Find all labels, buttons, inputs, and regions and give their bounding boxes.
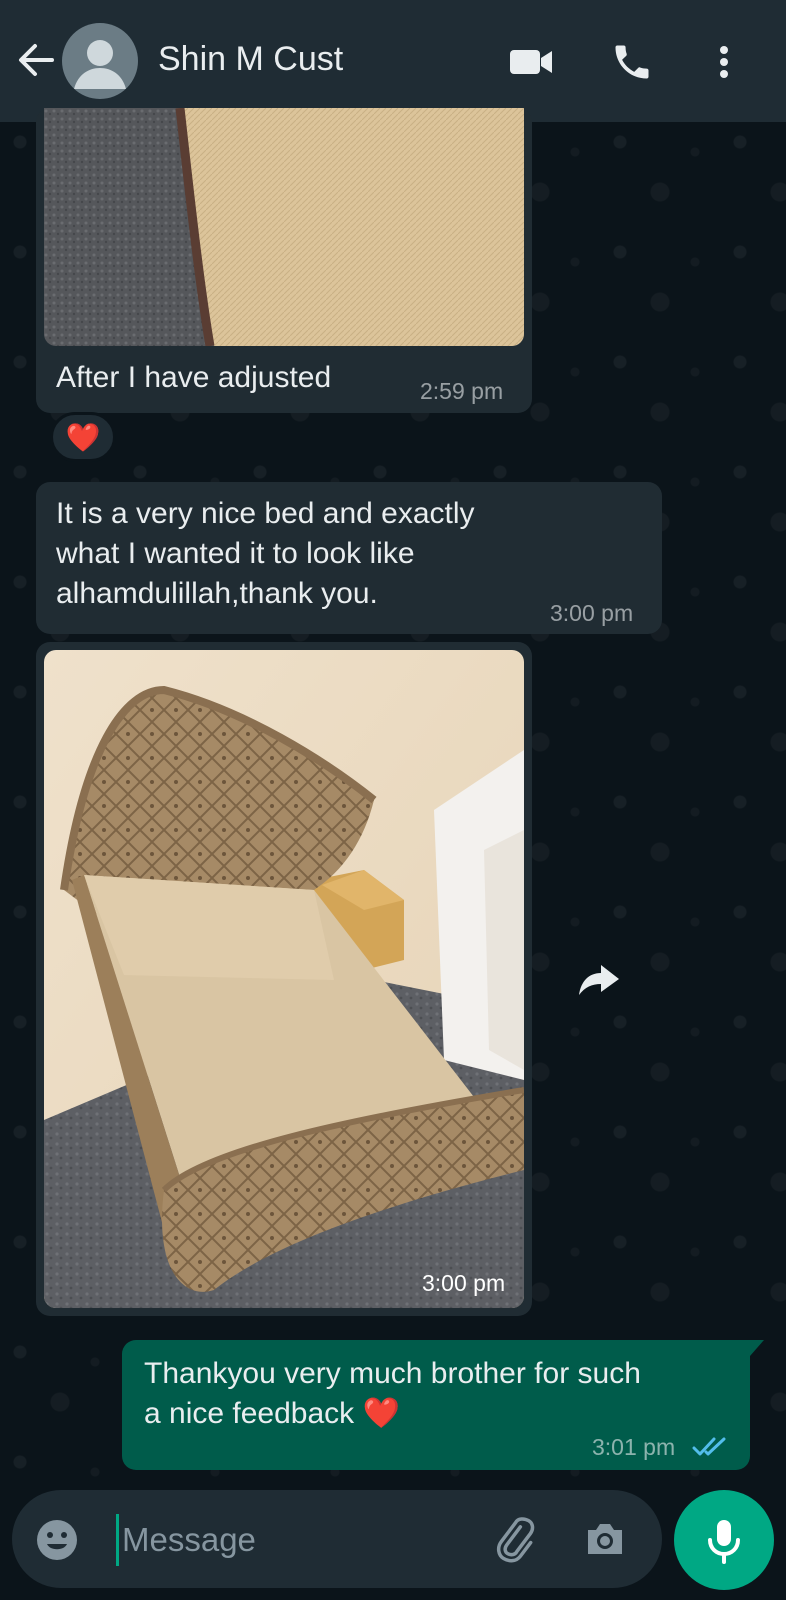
attach-icon[interactable] xyxy=(488,1514,538,1569)
message-composer xyxy=(12,1490,662,1588)
message-line: a nice feedback ❤️ xyxy=(144,1397,400,1430)
message-input[interactable] xyxy=(120,1514,484,1566)
heart-icon: ❤️ xyxy=(65,421,101,453)
reaction-heart[interactable]: ❤️ xyxy=(50,412,116,462)
voice-call-icon[interactable] xyxy=(610,40,654,84)
message-line: It is a very nice bed and exactly xyxy=(56,497,475,530)
more-vert-icon[interactable] xyxy=(702,40,746,84)
message-bubble-incoming[interactable]: 3:00 pm xyxy=(36,642,532,1316)
contact-name[interactable]: Shin M Cust xyxy=(158,40,343,79)
text-cursor xyxy=(116,1514,119,1566)
avatar[interactable] xyxy=(62,23,138,99)
bubble-tail xyxy=(750,1340,764,1356)
photo-bed[interactable] xyxy=(44,650,524,1308)
message-line: what I wanted it to look like xyxy=(56,537,415,570)
message-line: alhamdulillah,thank you. xyxy=(56,577,378,610)
forward-icon[interactable] xyxy=(573,955,625,1007)
message-time: 3:00 pm xyxy=(422,1270,506,1296)
video-call-icon[interactable] xyxy=(508,40,552,84)
message-bubble-incoming[interactable]: After I have adjusted 2:59 pm xyxy=(36,108,532,413)
avatar-icon xyxy=(74,40,126,89)
chat-header: Shin M Cust xyxy=(0,0,786,122)
photo-fabric-closeup[interactable] xyxy=(44,108,524,346)
camera-icon[interactable] xyxy=(582,1516,628,1567)
message-bubble-outgoing[interactable]: Thankyou very much brother for such a ni… xyxy=(122,1340,750,1470)
emoji-icon[interactable] xyxy=(34,1517,80,1568)
message-time: 3:01 pm xyxy=(592,1434,676,1460)
message-time: 3:00 pm xyxy=(550,600,634,626)
message-caption: After I have adjusted xyxy=(56,361,332,394)
mic-button[interactable] xyxy=(674,1490,774,1590)
back-arrow-icon[interactable] xyxy=(14,38,58,82)
message-bubble-incoming[interactable]: It is a very nice bed and exactly what I… xyxy=(36,482,662,634)
mic-icon xyxy=(701,1516,747,1571)
read-ticks-icon xyxy=(692,1436,732,1463)
message-line: Thankyou very much brother for such xyxy=(144,1357,641,1390)
message-time: 2:59 pm xyxy=(420,378,504,404)
